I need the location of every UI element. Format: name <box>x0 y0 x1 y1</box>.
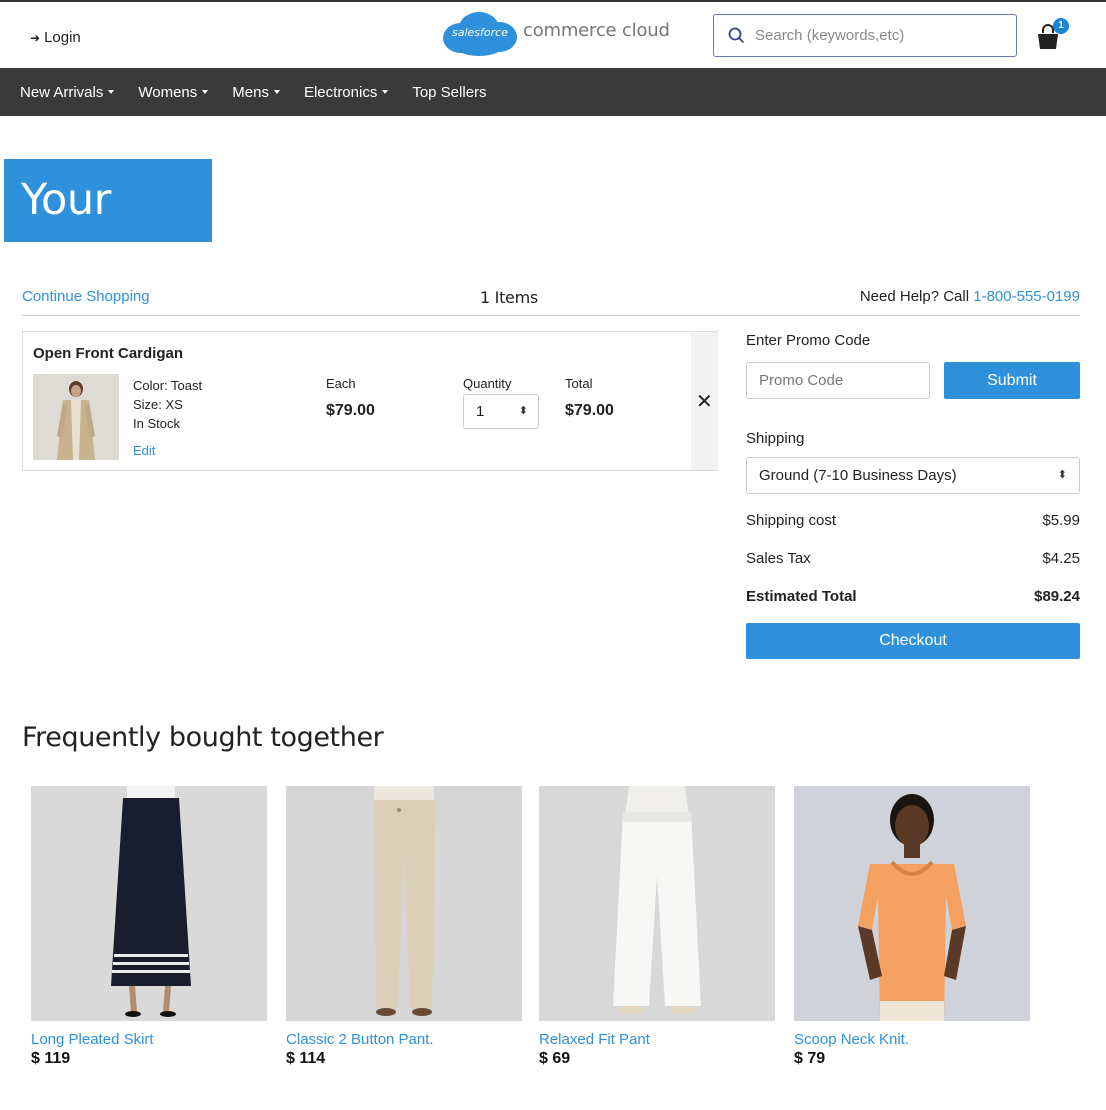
quantity-label: Quantity <box>463 376 512 391</box>
product-size: Size: XS <box>133 397 183 412</box>
product-price: $ 69 <box>539 1050 571 1067</box>
product-name-link[interactable]: Classic 2 Button Pant. <box>286 1031 522 1048</box>
caret-down-icon <box>202 90 209 94</box>
shipping-cost-row: Shipping cost $5.99 <box>746 512 1080 529</box>
shipping-method-value: Ground (7-10 Business Days) <box>759 467 957 484</box>
search-input[interactable] <box>755 27 1005 44</box>
recommendations-title: Frequently bought together <box>22 722 384 753</box>
each-price: $79.00 <box>326 402 375 419</box>
product-color: Color: Toast <box>133 378 203 393</box>
product-attributes: Color: Toast Size: XS In Stock <box>133 376 202 433</box>
sales-tax-label: Sales Tax <box>746 550 811 567</box>
product-name: Open Front Cardigan <box>33 345 183 362</box>
help-phone-link[interactable]: 1-800-555-0199 <box>973 288 1080 305</box>
logo-text: commerce cloud <box>523 19 670 41</box>
cart-count-badge: 1 <box>1053 18 1069 34</box>
nav-label: Top Sellers <box>412 83 487 101</box>
product-thumbnail[interactable] <box>33 374 119 460</box>
sales-tax-row: Sales Tax $4.25 <box>746 550 1080 567</box>
select-arrows-icon: ⬍ <box>518 405 528 417</box>
nav-label: Mens <box>232 83 269 101</box>
caret-down-icon <box>108 90 115 94</box>
stock-status: In Stock <box>133 416 180 431</box>
main-nav: New Arrivals Womens Mens Electronics Top… <box>0 68 1106 116</box>
nav-label: Electronics <box>303 83 378 101</box>
product-card: Scoop Neck Knit. $ 79 <box>794 786 1030 1068</box>
help-prefix: Need Help? Call <box>859 288 974 305</box>
product-name-link[interactable]: Relaxed Fit Pant <box>539 1031 775 1048</box>
product-card: Classic 2 Button Pant. $ 114 <box>286 786 522 1068</box>
cart-button[interactable]: 1 <box>1035 18 1071 50</box>
nav-label: New Arrivals <box>20 83 104 101</box>
each-label: Each <box>326 376 356 391</box>
quantity-select[interactable]: 1 ⬍ <box>463 394 539 429</box>
product-price: $ 119 <box>31 1050 71 1067</box>
page-title: Your Cart <box>4 159 212 308</box>
shipping-label: Shipping <box>746 430 805 447</box>
continue-shopping-link[interactable]: Continue Shopping <box>22 288 150 305</box>
checkout-button[interactable]: Checkout <box>746 623 1080 659</box>
nav-item-electronics[interactable]: Electronics <box>303 83 389 101</box>
total-label: Total <box>565 376 593 391</box>
product-card: Relaxed Fit Pant $ 69 <box>539 786 775 1068</box>
top-header: ➜ Login salesforce commerce cloud 1 <box>0 0 1106 68</box>
product-image[interactable] <box>286 786 522 1021</box>
sign-in-icon: ➜ <box>30 30 41 45</box>
product-name-link[interactable]: Scoop Neck Knit. <box>794 1031 1030 1048</box>
shipping-method-select[interactable]: Ground (7-10 Business Days) ⬍ <box>746 457 1080 494</box>
promo-code-input[interactable] <box>746 362 930 399</box>
order-summary: Enter Promo Code Submit Shipping Ground … <box>746 332 1080 659</box>
caret-down-icon <box>382 90 389 94</box>
help-text: Need Help? Call 1-800-555-0199 <box>860 288 1080 305</box>
edit-item-link[interactable]: Edit <box>133 443 155 458</box>
product-image[interactable] <box>794 786 1030 1021</box>
product-price: $ 79 <box>794 1050 826 1067</box>
estimated-total-row: Estimated Total $89.24 <box>746 588 1080 605</box>
product-price: $ 114 <box>286 1050 326 1067</box>
promo-label: Enter Promo Code <box>746 332 871 349</box>
item-count: 1 Items <box>480 288 538 307</box>
estimated-total-value: $89.24 <box>1034 588 1080 605</box>
site-logo[interactable]: salesforce commerce cloud <box>441 10 670 58</box>
remove-item-icon[interactable]: ✕ <box>696 392 713 412</box>
nav-item-mens[interactable]: Mens <box>232 84 280 101</box>
login-label: Login <box>44 29 81 46</box>
promo-row: Submit <box>746 362 1080 399</box>
product-card: Long Pleated Skirt $ 119 <box>31 786 267 1068</box>
login-link[interactable]: ➜ Login <box>30 29 81 46</box>
nav-item-top-sellers[interactable]: Top Sellers <box>412 84 486 101</box>
nav-item-new-arrivals[interactable]: New Arrivals <box>20 83 115 101</box>
shipping-cost-value: $5.99 <box>1042 512 1080 529</box>
logo-cloud-text: salesforce <box>452 26 508 39</box>
caret-down-icon <box>273 90 280 94</box>
cart-header-row: Continue Shopping 1 Items Need Help? Cal… <box>22 281 1080 316</box>
promo-submit-button[interactable]: Submit <box>944 362 1080 399</box>
remove-column: ✕ <box>691 332 718 470</box>
nav-label: Womens <box>138 83 198 101</box>
search-icon <box>728 27 745 44</box>
cart-line-item: Open Front Cardigan Color: Toast Size: X… <box>22 331 718 471</box>
salesforce-cloud-logo: salesforce <box>441 10 519 58</box>
search-box[interactable] <box>713 14 1017 57</box>
nav-item-womens[interactable]: Womens <box>138 83 209 101</box>
shipping-cost-label: Shipping cost <box>746 512 837 529</box>
sales-tax-value: $4.25 <box>1042 550 1080 567</box>
quantity-value: 1 <box>476 403 485 420</box>
product-name-link[interactable]: Long Pleated Skirt <box>31 1031 267 1048</box>
select-arrows-icon: ⬍ <box>1057 469 1067 481</box>
line-total: $79.00 <box>565 402 614 419</box>
estimated-total-label: Estimated Total <box>746 588 857 605</box>
product-image[interactable] <box>539 786 775 1021</box>
product-image[interactable] <box>31 786 267 1021</box>
